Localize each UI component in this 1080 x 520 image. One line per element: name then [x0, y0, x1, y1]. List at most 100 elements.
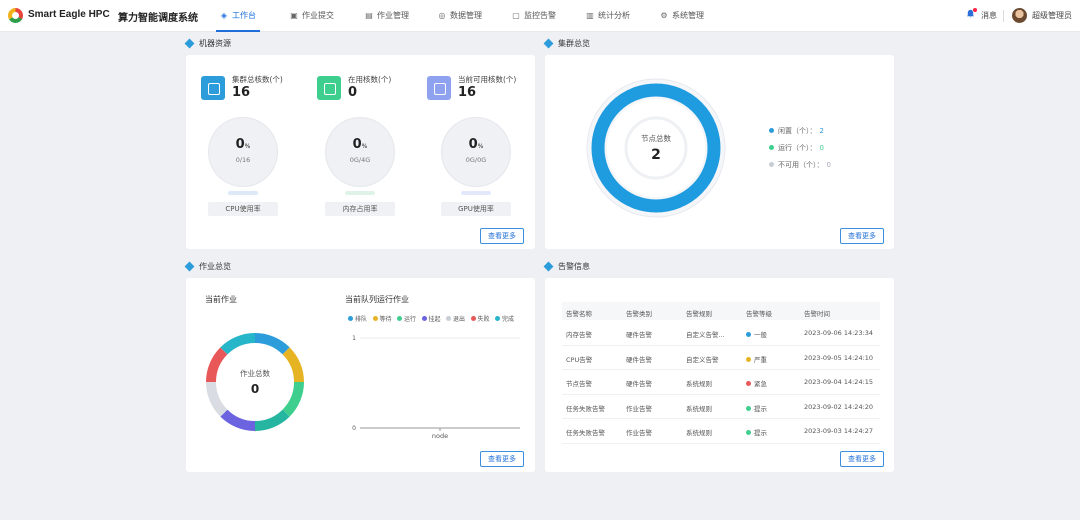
- gauge-sub: 0G/0G: [465, 156, 487, 164]
- stat-value: 0: [348, 85, 358, 100]
- queue-bar-chart: 1 0 node: [352, 335, 520, 440]
- alarm-category: 硬件告警: [626, 331, 652, 339]
- legend-item[interactable]: 挂起: [421, 314, 441, 323]
- level-label: 提示: [754, 429, 767, 437]
- legend-dot: [446, 316, 451, 321]
- stat-value: 16: [458, 85, 477, 100]
- column-header-category: 告警类别: [626, 310, 652, 318]
- gauge-unit: %: [244, 143, 251, 150]
- legend-item[interactable]: 运行: [397, 314, 416, 323]
- stat-label: 集群总核数(个): [232, 75, 283, 84]
- legend-item[interactable]: 失败: [470, 314, 490, 323]
- section-title-jobs: 作业总览: [184, 261, 231, 272]
- alarm-category: 硬件告警: [626, 380, 652, 388]
- gauge-percent: 0: [352, 137, 362, 152]
- x-tick-label: node: [432, 432, 448, 440]
- section-title-machine: 机器资源: [184, 38, 231, 49]
- diamond-icon: [184, 38, 195, 49]
- alarm-category: 作业告警: [626, 429, 652, 437]
- cpu-chip-icon: [427, 76, 451, 100]
- submit-icon: ▣: [290, 11, 298, 20]
- notification-dot: [973, 8, 977, 12]
- legend-label: 等待: [379, 316, 392, 323]
- alarm-time: 2023-09-06 14:23:34: [804, 329, 874, 337]
- nav-monitor[interactable]: ▢ 监控告警: [512, 0, 556, 32]
- view-more-button[interactable]: 查看更多: [480, 451, 524, 467]
- job-manage-icon: ▤: [365, 11, 373, 20]
- gear-icon: ⚙: [660, 11, 668, 20]
- nav-job-submit[interactable]: ▣ 作业提交: [290, 0, 334, 32]
- avatar[interactable]: [1012, 8, 1027, 23]
- stats-icon: ▥: [586, 11, 594, 20]
- legend-item[interactable]: 排队: [348, 314, 367, 323]
- nav-system[interactable]: ⚙ 系统管理: [660, 0, 704, 32]
- legend-value: 0: [819, 144, 824, 152]
- column-header-name: 告警名称: [566, 310, 592, 318]
- messages-link[interactable]: 消息: [981, 0, 997, 32]
- level-dot: [746, 405, 751, 411]
- column-header-time: 告警时间: [804, 310, 830, 318]
- row-divider: [562, 393, 880, 395]
- donut-segment-queued: [254, 333, 290, 355]
- column-header-level: 告警等级: [746, 310, 772, 318]
- cpu-chip-icon: [201, 76, 225, 100]
- alarm-name: 任务失败告警: [566, 429, 605, 437]
- row-divider: [562, 344, 880, 346]
- legend-dot: [348, 316, 353, 321]
- alarm-rule: 自定义告警...: [686, 331, 725, 339]
- stat-label: 在用核数(个): [348, 75, 392, 84]
- gauge-fill-bar: [228, 191, 258, 195]
- workbench-icon: ◈: [220, 11, 228, 20]
- alarm-level: 提示: [746, 427, 767, 437]
- view-more-button[interactable]: 查看更多: [840, 451, 884, 467]
- legend-label: 运行: [404, 316, 417, 323]
- gauge-caption: GPU使用率: [441, 202, 511, 216]
- cpu-chip-icon: [317, 76, 341, 100]
- legend-unavailable: 不可用（个）： 0: [769, 160, 831, 170]
- legend-idle: 闲置（个）： 2: [769, 126, 824, 136]
- job-donut-label: 作业总数: [240, 369, 270, 378]
- gauge-percent: 0: [235, 137, 245, 152]
- nav-job-manage[interactable]: ▤ 作业管理: [365, 0, 409, 32]
- alarm-time: 2023-09-05 14:24:10: [804, 353, 874, 362]
- alarm-name: CPU告警: [566, 355, 593, 364]
- current-jobs-title: 当前作业: [205, 295, 237, 304]
- view-more-button[interactable]: 查看更多: [480, 228, 524, 244]
- diamond-icon: [184, 261, 195, 272]
- legend-item[interactable]: 等待: [372, 314, 392, 323]
- user-name[interactable]: 超级管理员: [1032, 0, 1072, 32]
- legend-value: 0: [826, 161, 831, 169]
- gauge-unit: %: [361, 143, 368, 150]
- section-title-cluster: 集群总览: [543, 38, 590, 49]
- alarm-level: 紧急: [746, 378, 767, 388]
- legend-dot: [397, 316, 402, 321]
- gauge-fill-bar: [461, 191, 491, 195]
- gauge-fill-bar: [345, 191, 375, 195]
- nav-data-manage[interactable]: ◎ 数据管理: [438, 0, 483, 32]
- nav-stats[interactable]: ▥ 统计分析: [586, 0, 630, 32]
- legend-running: 运行（个）： 0: [769, 143, 824, 153]
- donut-segment-suspended: [220, 409, 256, 431]
- view-more-button[interactable]: 查看更多: [840, 228, 884, 244]
- legend-label: 失败: [477, 316, 490, 323]
- alarm-level: 严重: [746, 354, 767, 364]
- level-label: 紧急: [754, 380, 767, 388]
- legend-dot: [470, 316, 476, 321]
- level-dot: [746, 356, 751, 362]
- logo-icon: [8, 8, 23, 23]
- stat-label: 当前可用核数(个): [458, 75, 517, 84]
- machine-resources-card: 集群总核数(个) 16 在用核数(个) 0 当前可用核数(个) 16 0% 0/…: [186, 55, 535, 249]
- legend-item[interactable]: 退出: [446, 314, 465, 323]
- alarm-rule: 自定义告警: [686, 355, 719, 364]
- alarm-time: 2023-09-03 14:24:27: [804, 427, 874, 435]
- nav-workbench[interactable]: ◈ 工作台: [216, 0, 260, 32]
- gauge-percent: 0: [468, 137, 478, 152]
- divider: [1003, 10, 1004, 22]
- queue-chart-title: 当前队列运行作业: [345, 295, 409, 304]
- cluster-overview-card: 节点总数 2 闲置（个）： 2 运行（个）： 0 不可用（个）： 0 查看更多: [545, 55, 894, 249]
- legend-dot: [769, 162, 774, 167]
- cpu-gauge: 0% 0/16: [208, 117, 278, 187]
- level-label: 一般: [754, 331, 767, 339]
- gauge-caption: 内存占用率: [325, 202, 395, 216]
- legend-item[interactable]: 完成: [495, 314, 514, 323]
